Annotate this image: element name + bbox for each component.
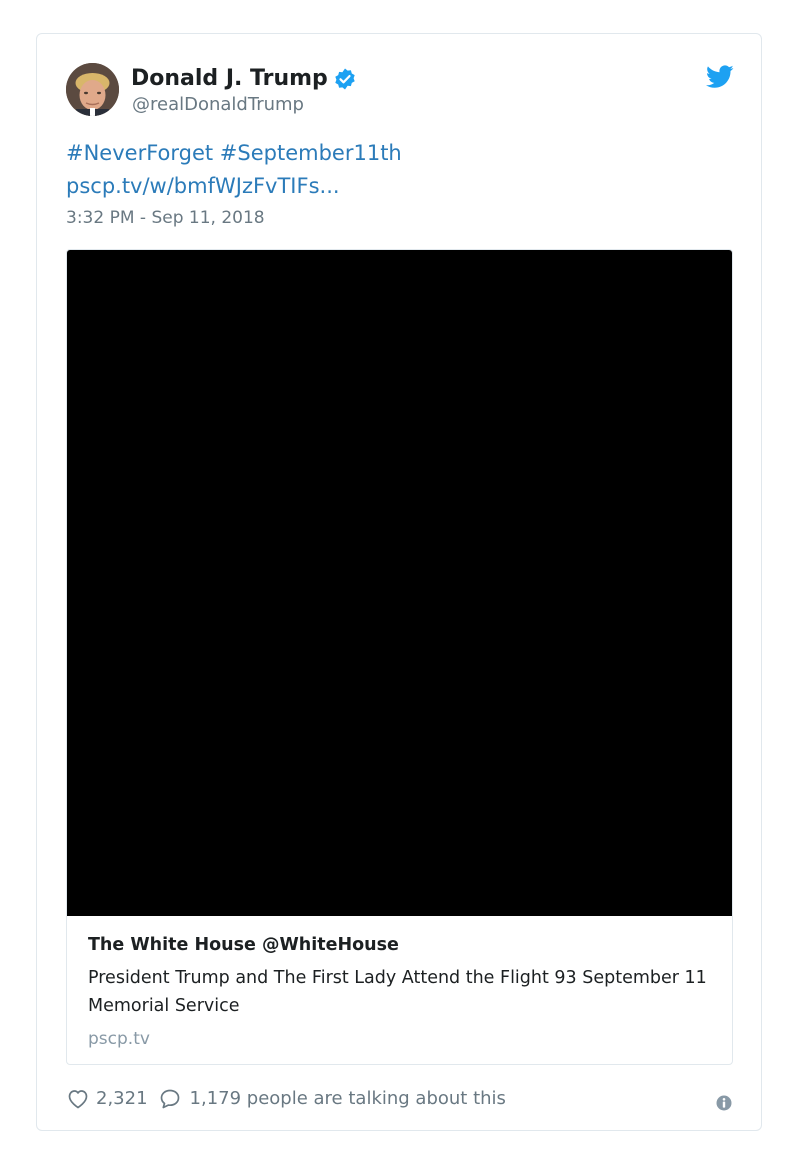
author-name-row[interactable]: Donald J. Trump <box>131 65 357 93</box>
video-player[interactable] <box>67 250 732 916</box>
card-title: The White House @WhiteHouse <box>88 935 399 955</box>
twitter-bird-icon[interactable] <box>706 65 734 89</box>
link-card[interactable]: The White House @WhiteHouse President Tr… <box>66 249 733 1065</box>
author-name[interactable]: Donald J. Trump <box>131 65 328 93</box>
card-domain: pscp.tv <box>88 1029 150 1049</box>
like-count[interactable]: 2,321 <box>96 1087 148 1111</box>
tweet-actions: 2,321 1,179 people are talking about thi… <box>66 1087 506 1111</box>
author-avatar[interactable] <box>66 63 119 116</box>
tweet-link[interactable]: pscp.tv/w/bmfWJzFvTIFs... <box>66 170 402 203</box>
card-description: President Trump and The First Lady Atten… <box>88 968 707 1016</box>
reply-conversation-text[interactable]: 1,179 people are talking about this <box>190 1087 506 1111</box>
tweet-timestamp[interactable]: 3:32 PM - Sep 11, 2018 <box>66 206 265 230</box>
tweet-hashtags[interactable]: #NeverForget #September11th <box>66 137 402 170</box>
embedded-tweet: Donald J. Trump @realDonaldTrump #NeverF… <box>36 33 762 1131</box>
author-handle[interactable]: @realDonaldTrump <box>132 93 304 117</box>
heart-icon[interactable] <box>66 1087 90 1111</box>
tweet-text: #NeverForget #September11th pscp.tv/w/bm… <box>66 137 402 203</box>
reply-bubble-icon[interactable] <box>158 1087 182 1111</box>
info-icon[interactable] <box>716 1095 732 1111</box>
verified-badge-icon <box>335 68 355 90</box>
avatar-image <box>66 63 119 116</box>
